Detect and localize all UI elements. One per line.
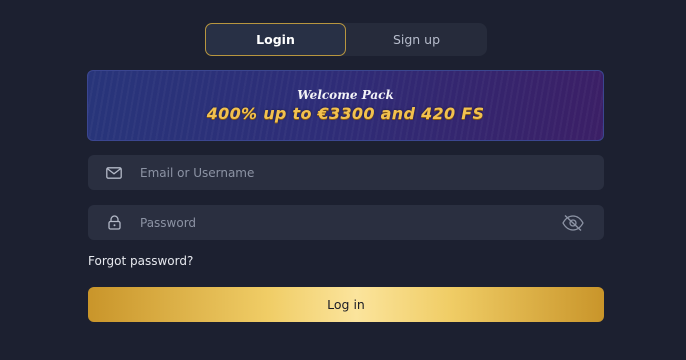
envelope-icon — [106, 165, 122, 181]
auth-tabs: Login Sign up — [205, 23, 487, 56]
email-input[interactable] — [140, 155, 604, 190]
tab-login[interactable]: Login — [205, 23, 346, 56]
password-input[interactable] — [140, 205, 561, 240]
forgot-password-link[interactable]: Forgot password? — [88, 254, 193, 268]
password-field-container — [88, 205, 604, 240]
eye-off-icon[interactable] — [561, 214, 585, 232]
lock-icon — [106, 215, 122, 231]
tab-signup[interactable]: Sign up — [346, 23, 487, 56]
login-button[interactable]: Log in — [88, 287, 604, 322]
banner-subtitle: Welcome Pack — [297, 88, 394, 102]
email-field-container — [88, 155, 604, 190]
banner-title: 400% up to €3300 and 420 FS — [206, 104, 485, 123]
welcome-banner: Welcome Pack 400% up to €3300 and 420 FS — [87, 70, 604, 141]
